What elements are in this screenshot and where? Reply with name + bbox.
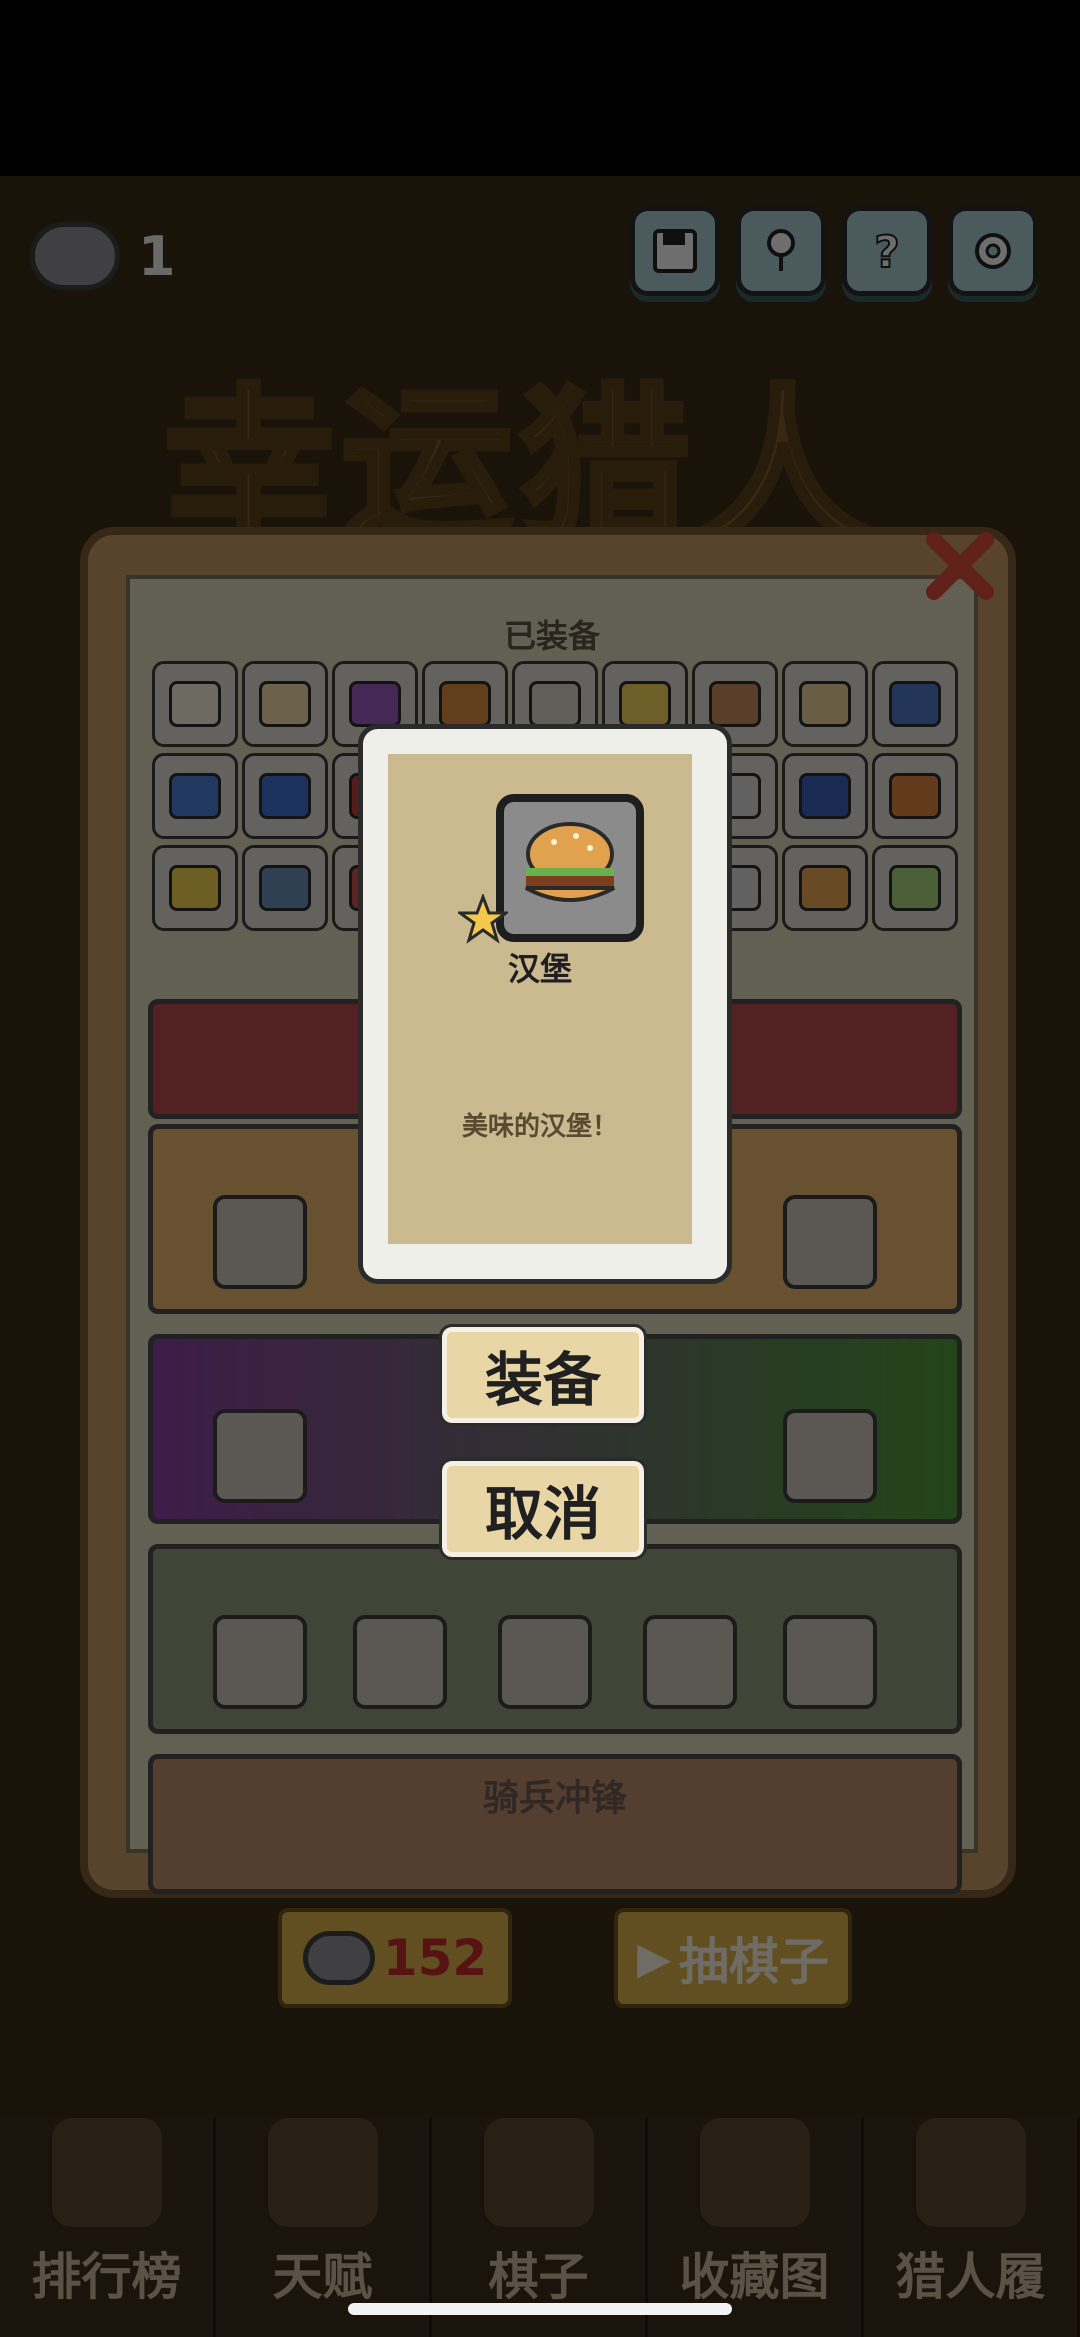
equipped-title: 已装备: [503, 617, 600, 655]
cloud-currency-counter: 1: [30, 222, 176, 290]
soldier-slot[interactable]: [498, 1615, 592, 1709]
equipment-icon: [799, 773, 851, 819]
equip-button[interactable]: 装备: [439, 1324, 647, 1426]
item-detail-popup: 汉堡 美味的汉堡！: [358, 724, 732, 1284]
settings-button[interactable]: [948, 206, 1038, 296]
close-icon[interactable]: [920, 526, 1000, 606]
svg-text:?: ?: [874, 227, 900, 277]
band-cavalry-charge: 骑兵冲锋: [148, 1754, 962, 1894]
star-badge-icon: [458, 894, 508, 944]
equipment-icon: [259, 865, 311, 911]
equipped-slot[interactable]: [242, 753, 328, 839]
nav-label: 猎人履: [895, 2248, 1046, 2306]
hamburger-icon: [525, 822, 615, 902]
equipped-slot[interactable]: [872, 845, 958, 931]
flower-icon: [767, 229, 795, 271]
equipment-icon: [889, 773, 941, 819]
equipment-icon: [709, 681, 761, 727]
potion-slot[interactable]: [783, 1409, 877, 1503]
equipment-icon: [619, 681, 671, 727]
equipped-slot[interactable]: [782, 845, 868, 931]
item-detail-panel: 汉堡 美味的汉堡！: [388, 754, 692, 1244]
muscle-icon: [267, 2118, 378, 2227]
cloud-balance-button[interactable]: 152: [278, 1908, 512, 2008]
draw-piece-button[interactable]: ▶ 抽棋子: [614, 1908, 852, 2008]
equipment-icon: [349, 681, 401, 727]
equipment-icon: [259, 773, 311, 819]
equipment-icon: [889, 865, 941, 911]
item-name: 汉堡: [507, 950, 572, 988]
nav-hunter-record[interactable]: 猎人履: [864, 2118, 1080, 2337]
nav-label: 棋子: [488, 2248, 589, 2306]
gear-icon: [975, 233, 1011, 269]
home-indicator: [348, 2303, 732, 2315]
ninja-icon: [483, 2118, 594, 2227]
band-soldier-row: [148, 1544, 962, 1734]
question-icon: ?: [873, 226, 901, 277]
soldier-slot[interactable]: [353, 1615, 447, 1709]
nav-leaderboard[interactable]: 排行榜: [0, 2118, 216, 2337]
food-slot[interactable]: [783, 1195, 877, 1289]
document-icon: [915, 2118, 1026, 2227]
equipped-slot[interactable]: [782, 661, 868, 747]
equipment-icon: [799, 681, 851, 727]
equipped-slot[interactable]: [152, 661, 238, 747]
book-icon: [699, 2118, 810, 2227]
cloud-icon: [30, 222, 120, 290]
equipment-icon: [889, 681, 941, 727]
cloud-balance: 152: [382, 1929, 488, 1987]
cloud-icon: [302, 1931, 375, 1985]
nav-label: 排行榜: [31, 2248, 182, 2306]
equipment-icon: [799, 865, 851, 911]
soldier-slot[interactable]: [643, 1615, 737, 1709]
cancel-button[interactable]: 取消: [439, 1458, 647, 1560]
equipped-slot[interactable]: [242, 845, 328, 931]
equipment-icon: [439, 681, 491, 727]
soldier-slot[interactable]: [213, 1615, 307, 1709]
equipment-icon: [529, 681, 581, 727]
equipment-icon: [169, 773, 221, 819]
food-slot[interactable]: [213, 1195, 307, 1289]
save-icon: [653, 229, 697, 273]
soldier-slot[interactable]: [783, 1615, 877, 1709]
draw-piece-label: 抽棋子: [678, 1933, 829, 1991]
nav-label: 收藏图: [679, 2248, 830, 2306]
nav-label: 天赋: [272, 2248, 373, 2306]
equipped-slot[interactable]: [872, 753, 958, 839]
bar-chart-icon: [51, 2118, 162, 2227]
equipped-slot[interactable]: [872, 661, 958, 747]
share-button[interactable]: [736, 206, 826, 296]
potion-slot[interactable]: [213, 1409, 307, 1503]
play-video-icon: ▶: [637, 1932, 671, 1984]
save-button[interactable]: [630, 206, 720, 296]
equipment-icon: [169, 681, 221, 727]
equipped-slot[interactable]: [782, 753, 868, 839]
cloud-count: 1: [138, 224, 176, 288]
item-image-frame: [496, 794, 644, 942]
band-title: 骑兵冲锋: [482, 1778, 627, 1819]
equipped-slot[interactable]: [242, 661, 328, 747]
equipment-icon: [259, 681, 311, 727]
item-description: 美味的汉堡！: [461, 1112, 618, 1142]
equipped-slot[interactable]: [152, 845, 238, 931]
equipment-icon: [169, 865, 221, 911]
equipped-slot[interactable]: [152, 753, 238, 839]
help-button[interactable]: ?: [842, 206, 932, 296]
